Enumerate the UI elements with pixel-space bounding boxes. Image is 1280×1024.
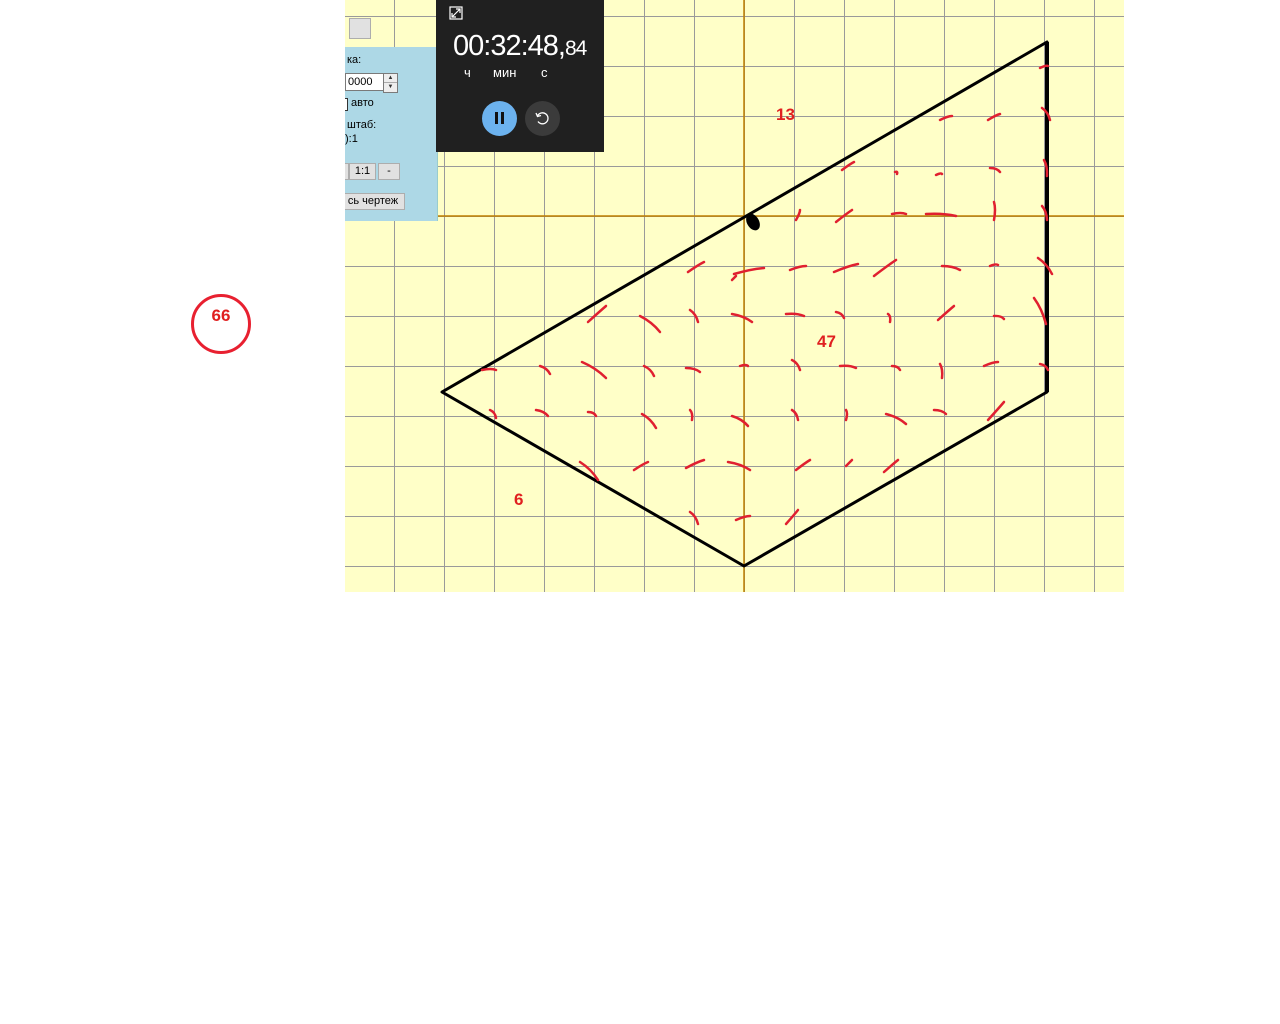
zoom-reset-button[interactable]: 1:1 xyxy=(349,163,376,180)
whole-drawing-button[interactable]: сь чертеж xyxy=(345,193,405,210)
reset-icon xyxy=(535,112,549,125)
unit-minutes: мин xyxy=(493,65,517,80)
settings-panel: ка: 0000 ▲ ▼ авто штаб: ):1 1:1 - сь чер… xyxy=(345,47,438,221)
stopwatch-window: 00:32:48,84 ч мин с xyxy=(436,0,604,152)
auto-checkbox[interactable] xyxy=(345,98,348,111)
stopwatch-time: 00:32:48,84 xyxy=(453,30,587,63)
label-top: 13 xyxy=(776,105,795,124)
toolbar-square-button[interactable] xyxy=(349,18,371,39)
unit-hours: ч xyxy=(464,65,471,80)
step-input[interactable]: 0000 xyxy=(345,73,385,91)
time-fraction: 84 xyxy=(564,37,587,60)
auto-label: авто xyxy=(351,97,374,109)
expand-icon[interactable] xyxy=(449,6,463,20)
unit-seconds: с xyxy=(541,65,548,80)
spin-up-icon[interactable]: ▲ xyxy=(384,74,397,83)
pause-icon xyxy=(495,112,498,124)
label-bottom: 6 xyxy=(514,490,524,509)
zoom-out-button[interactable]: - xyxy=(378,163,400,180)
time-main: 00:32:48, xyxy=(453,30,566,62)
step-spinner[interactable]: ▲ ▼ xyxy=(383,73,398,93)
spin-down-icon[interactable]: ▼ xyxy=(384,83,397,91)
pause-button[interactable] xyxy=(482,101,517,136)
scale-label: штаб: xyxy=(347,119,377,131)
circled-number: 66 xyxy=(191,294,251,354)
scale-value: ):1 xyxy=(345,133,358,145)
step-label: ка: xyxy=(347,54,362,66)
label-center: 47 xyxy=(817,332,836,351)
reset-button[interactable] xyxy=(525,101,560,136)
